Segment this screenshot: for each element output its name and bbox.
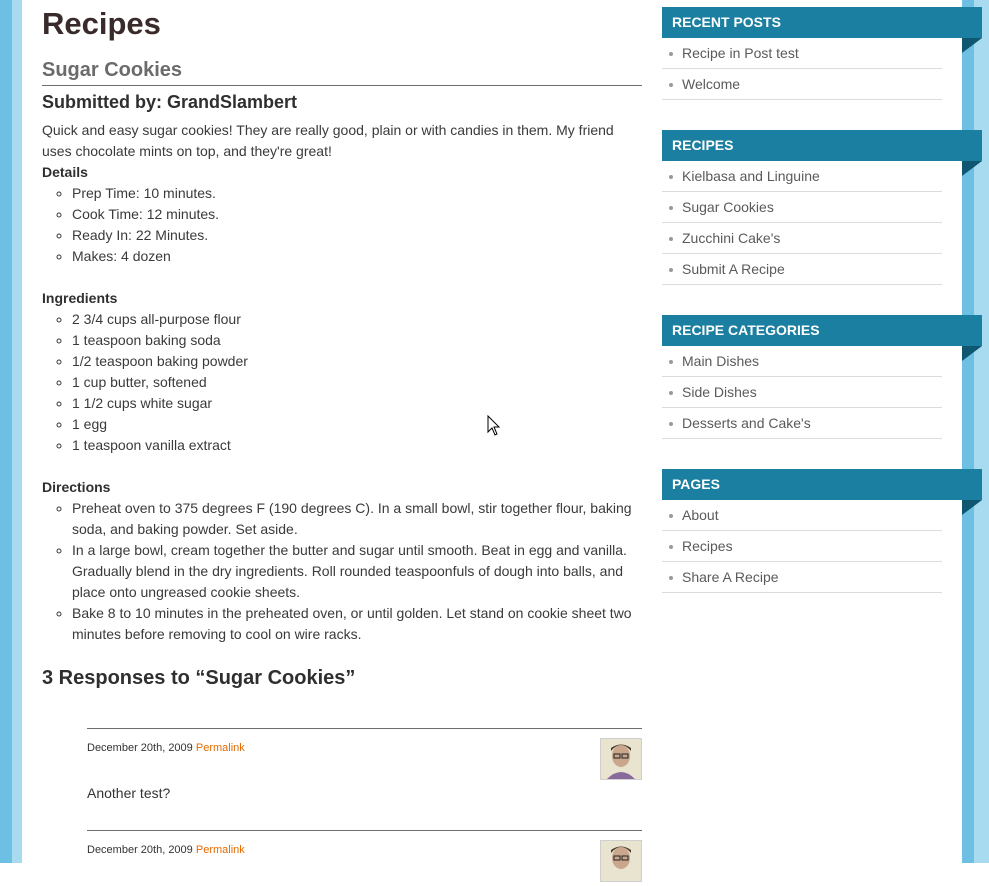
sidebar-link[interactable]: Desserts and Cake's	[662, 408, 942, 439]
left-stripe-inner	[12, 0, 22, 863]
ingredient-item: 1 teaspoon baking soda	[72, 330, 642, 351]
ingredient-item: 2 3/4 cups all-purpose flour	[72, 309, 642, 330]
widget-title: Recent Posts	[662, 7, 982, 53]
details-item: Ready In: 22 Minutes.	[72, 225, 642, 246]
recipe-intro: Quick and easy sugar cookies! They are r…	[42, 122, 614, 159]
widget-recipes: Recipes Kielbasa and Linguine Sugar Cook…	[662, 130, 982, 285]
page-title: Recipes	[42, 6, 161, 41]
widget-title-label: Recipes	[672, 137, 734, 153]
widget-recent-posts: Recent Posts Recipe in Post test Welcome	[662, 7, 982, 100]
sidebar-link[interactable]: About	[662, 500, 942, 531]
direction-step: Bake 8 to 10 minutes in the preheated ov…	[72, 603, 642, 645]
ribbon-fold	[962, 500, 982, 515]
ingredient-item: 1 1/2 cups white sugar	[72, 393, 642, 414]
directions-heading: Directions	[42, 479, 111, 495]
comment-date: December 20th, 2009	[87, 742, 193, 754]
widget-title-label: Recipe Categories	[672, 322, 820, 338]
widget-title-label: Recent Posts	[672, 14, 781, 30]
widget-title-label: Pages	[672, 476, 720, 492]
post-title[interactable]: Sugar Cookies	[42, 57, 642, 86]
recipe-body: Quick and easy sugar cookies! They are r…	[42, 120, 642, 645]
comment-text: Another test?	[87, 785, 171, 801]
sidebar-link[interactable]: Welcome	[662, 69, 942, 100]
details-list: Prep Time: 10 minutes. Cook Time: 12 min…	[42, 183, 642, 267]
ingredient-item: 1/2 teaspoon baking powder	[72, 351, 642, 372]
ingredients-heading: Ingredients	[42, 290, 118, 306]
pages-list: About Recipes Share A Recipe	[662, 500, 942, 593]
details-item: Cook Time: 12 minutes.	[72, 204, 642, 225]
recipes-list: Kielbasa and Linguine Sugar Cookies Zucc…	[662, 161, 942, 285]
direction-step: In a large bowl, cream together the butt…	[72, 540, 642, 603]
user-avatar-icon	[601, 841, 641, 881]
sidebar-link[interactable]: Main Dishes	[662, 346, 942, 377]
sidebar-link[interactable]: Kielbasa and Linguine	[662, 161, 942, 192]
ribbon-fold	[962, 346, 982, 361]
sidebar-link[interactable]: Recipes	[662, 531, 942, 562]
recent-posts-list: Recipe in Post test Welcome	[662, 38, 942, 100]
sidebar-link[interactable]: Submit A Recipe	[662, 254, 942, 285]
recipe-categories-list: Main Dishes Side Dishes Desserts and Cak…	[662, 346, 942, 439]
widget-recipe-categories: Recipe Categories Main Dishes Side Dishe…	[662, 315, 982, 439]
details-item: Prep Time: 10 minutes.	[72, 183, 642, 204]
sidebar-link[interactable]: Recipe in Post test	[662, 38, 942, 69]
widget-title: Recipes	[662, 130, 982, 176]
left-stripe-outer	[0, 0, 12, 863]
details-heading: Details	[42, 164, 88, 180]
comment-meta: December 20th, 2009 Permalink	[87, 742, 245, 754]
ingredient-item: 1 teaspoon vanilla extract	[72, 435, 642, 456]
comment-meta: December 20th, 2009 Permalink	[87, 844, 245, 856]
user-avatar-icon	[601, 739, 641, 779]
sidebar-link[interactable]: Share A Recipe	[662, 562, 942, 593]
comment-date: December 20th, 2009	[87, 844, 193, 856]
direction-step: Preheat oven to 375 degrees F (190 degre…	[72, 498, 642, 540]
avatar	[600, 840, 642, 882]
sidebar-link[interactable]: Zucchini Cake's	[662, 223, 942, 254]
responses-heading: 3 Responses to “Sugar Cookies”	[42, 667, 356, 689]
submitted-by: Submitted by: GrandSlambert	[42, 92, 298, 112]
mouse-cursor-icon	[487, 415, 501, 436]
sidebar-link[interactable]: Sugar Cookies	[662, 192, 942, 223]
ribbon-fold	[962, 38, 982, 53]
comment: December 20th, 2009 Permalink Another te…	[87, 728, 642, 829]
avatar	[600, 738, 642, 780]
permalink-link[interactable]: Permalink	[196, 844, 245, 856]
comment: December 20th, 2009 Permalink	[87, 830, 642, 882]
details-item: Makes: 4 dozen	[72, 246, 642, 267]
ribbon-fold	[962, 161, 982, 176]
permalink-link[interactable]: Permalink	[196, 742, 245, 754]
ingredients-list: 2 3/4 cups all-purpose flour 1 teaspoon …	[42, 309, 642, 456]
directions-list: Preheat oven to 375 degrees F (190 degre…	[42, 498, 642, 645]
ingredient-item: 1 cup butter, softened	[72, 372, 642, 393]
widget-title: Recipe Categories	[662, 315, 982, 361]
ingredient-item: 1 egg	[72, 414, 642, 435]
widget-title: Pages	[662, 469, 982, 515]
widget-pages: Pages About Recipes Share A Recipe	[662, 469, 982, 593]
sidebar-link[interactable]: Side Dishes	[662, 377, 942, 408]
